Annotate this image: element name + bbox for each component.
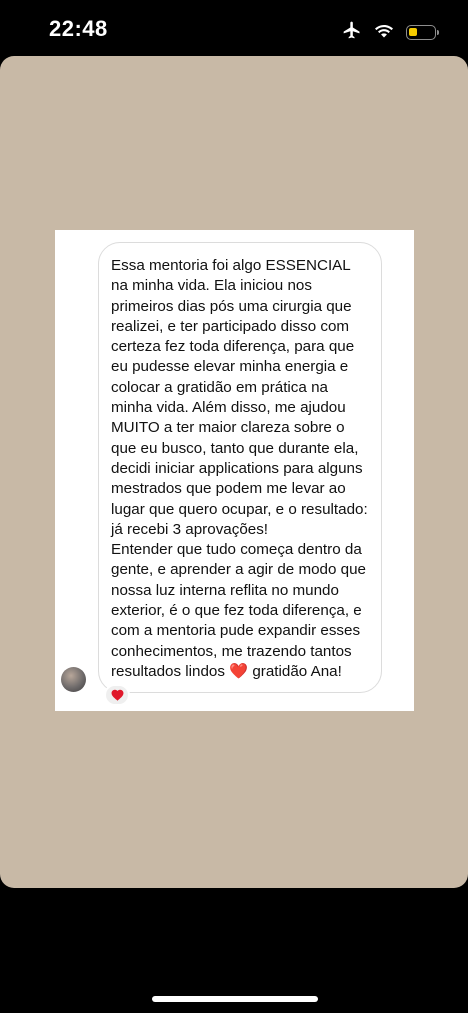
battery-level	[409, 28, 417, 36]
status-bar: 22:48	[0, 0, 468, 56]
status-time: 22:48	[49, 16, 108, 41]
heart-reaction-icon	[104, 684, 130, 706]
wifi-icon	[374, 22, 394, 43]
message-screenshot: Essa mentoria foi algo ESSENCIAL na minh…	[55, 230, 414, 711]
story-panel[interactable]: Essa mentoria foi algo ESSENCIAL na minh…	[0, 56, 468, 888]
battery-icon	[406, 25, 439, 40]
airplane-mode-icon	[342, 20, 362, 45]
sender-avatar	[61, 667, 86, 692]
message-text: Essa mentoria foi algo ESSENCIAL na minh…	[111, 257, 368, 680]
status-icons	[342, 20, 439, 45]
home-indicator[interactable]	[152, 996, 318, 1002]
message-bubble: Essa mentoria foi algo ESSENCIAL na minh…	[98, 242, 382, 693]
